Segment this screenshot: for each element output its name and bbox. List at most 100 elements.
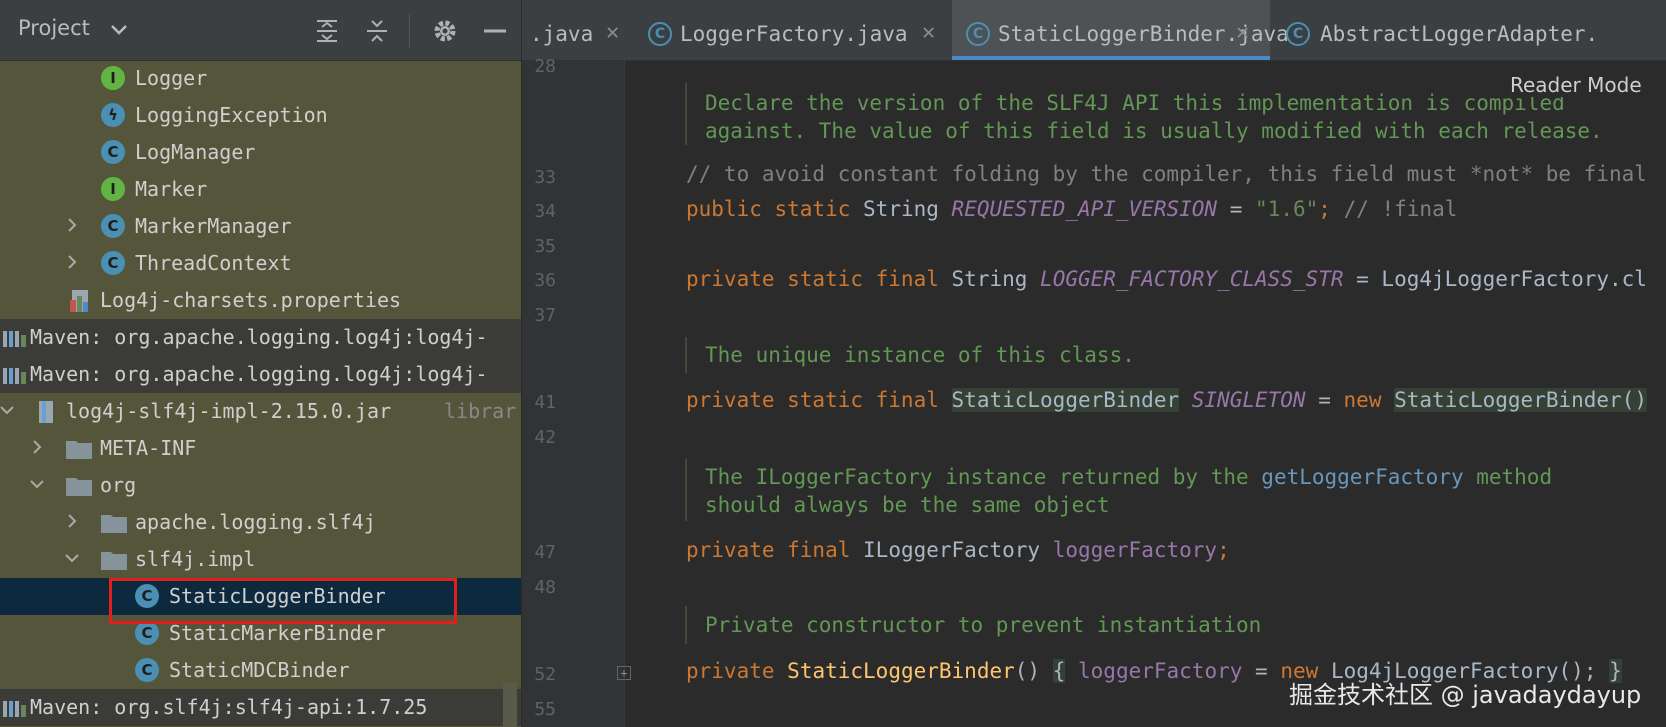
exception-class-icon: ϟ bbox=[101, 103, 127, 129]
tree-item-logger[interactable]: I Logger bbox=[0, 60, 521, 97]
tree-item-label: apache.logging.slf4j bbox=[135, 510, 376, 534]
code-comment: // to avoid constant folding by the comp… bbox=[686, 162, 1647, 186]
tree-item-label: Log4j-charsets.properties bbox=[100, 288, 402, 312]
doc-comment-text: should always be the same object bbox=[705, 493, 1110, 517]
folder-icon bbox=[101, 515, 127, 533]
tree-item-org[interactable]: org bbox=[0, 467, 521, 504]
line-number: 34 bbox=[534, 201, 556, 222]
chevron-right-icon[interactable] bbox=[30, 440, 44, 454]
tree-item-label: Maven: org.apache.logging.log4j:log4j- bbox=[30, 325, 488, 349]
tree-item-label: Logger bbox=[135, 66, 208, 90]
tree-item-slf4j-impl[interactable]: slf4j.impl bbox=[0, 541, 521, 578]
code-editor[interactable]: Declare the version of the SLF4J API thi… bbox=[625, 61, 1666, 727]
tab-java[interactable]: .java ✕ bbox=[522, 0, 638, 60]
tab-staticloggerbinder[interactable]: C StaticLoggerBinder.java ✕ bbox=[952, 0, 1289, 60]
tree-item-label: log4j-slf4j-impl-2.15.0.jar bbox=[66, 399, 392, 423]
tree-item-label: org bbox=[100, 473, 137, 497]
tree-item-maven-library[interactable]: Maven: org.slf4j:slf4j-api:1.7.25 bbox=[0, 689, 521, 726]
tree-item-markermanager[interactable]: C MarkerManager bbox=[0, 208, 521, 245]
close-icon[interactable]: ✕ bbox=[1236, 20, 1249, 45]
tab-label: LoggerFactory.java bbox=[680, 22, 908, 46]
close-icon[interactable]: ✕ bbox=[922, 20, 935, 45]
header-divider bbox=[409, 14, 410, 48]
properties-file-icon bbox=[70, 290, 88, 312]
tree-item-label: Marker bbox=[135, 177, 208, 201]
project-title: Project bbox=[18, 16, 90, 40]
tab-loggerfactory[interactable]: C LoggerFactory.java ✕ bbox=[640, 0, 958, 60]
tree-item-label: MarkerManager bbox=[135, 214, 292, 238]
chevron-right-icon[interactable] bbox=[65, 514, 79, 528]
chevron-right-icon[interactable] bbox=[65, 218, 79, 232]
tree-item-label: META-INF bbox=[100, 436, 197, 460]
tree-item-staticmdcbinder[interactable]: C StaticMDCBinder bbox=[0, 652, 521, 689]
line-number: 42 bbox=[534, 427, 556, 448]
tree-item-properties-file[interactable]: Log4j-charsets.properties bbox=[0, 282, 521, 319]
line-number: 47 bbox=[534, 542, 556, 563]
code-line-34: public static String REQUESTED_API_VERSI… bbox=[686, 197, 1458, 221]
jar-icon bbox=[39, 401, 53, 423]
tree-item-label: ThreadContext bbox=[135, 251, 292, 275]
tree-item-meta-inf[interactable]: META-INF bbox=[0, 430, 521, 467]
line-number: 41 bbox=[534, 392, 556, 413]
line-number: 52 bbox=[534, 664, 556, 685]
tree-item-loggingexception[interactable]: ϟ LoggingException bbox=[0, 97, 521, 134]
tree-item-label: StaticMarkerBinder bbox=[169, 621, 386, 645]
tree-item-threadcontext[interactable]: C ThreadContext bbox=[0, 245, 521, 282]
reader-mode-button[interactable]: Reader Mode bbox=[1506, 73, 1646, 97]
line-number: 33 bbox=[534, 167, 556, 188]
project-panel: Project I Logger ϟ LoggingException C Lo… bbox=[0, 0, 521, 727]
tree-item-label: LogManager bbox=[135, 140, 256, 164]
project-panel-header: Project bbox=[0, 0, 521, 61]
tree-item-apache-logging-slf4j[interactable]: apache.logging.slf4j bbox=[0, 504, 521, 541]
chevron-down-icon[interactable] bbox=[30, 477, 44, 491]
chevron-down-icon[interactable] bbox=[65, 551, 79, 565]
tree-item-logmanager[interactable]: C LogManager bbox=[0, 134, 521, 171]
tab-label: .java bbox=[530, 22, 594, 46]
collapse-all-icon[interactable] bbox=[364, 18, 390, 44]
folder-icon bbox=[66, 478, 92, 496]
tab-label: AbstractLoggerAdapter. bbox=[1320, 22, 1599, 46]
scrollbar[interactable] bbox=[503, 682, 517, 727]
line-number: 36 bbox=[534, 270, 556, 291]
doc-link-getloggerfactory[interactable]: getLoggerFactory bbox=[1261, 465, 1463, 489]
tree-item-jar[interactable]: log4j-slf4j-impl-2.15.0.jar librar bbox=[0, 393, 521, 430]
tree-item-label: slf4j.impl bbox=[135, 547, 256, 571]
close-icon[interactable]: ✕ bbox=[606, 20, 619, 45]
class-icon: C bbox=[1286, 22, 1312, 48]
library-icon bbox=[3, 701, 26, 717]
tree-item-maven-library[interactable]: Maven: org.apache.logging.log4j:log4j- bbox=[0, 319, 521, 356]
class-icon: C bbox=[648, 22, 674, 48]
expand-all-icon[interactable] bbox=[314, 18, 340, 44]
interface-icon: I bbox=[101, 177, 127, 203]
class-icon: C bbox=[101, 214, 127, 240]
chevron-right-icon[interactable] bbox=[65, 255, 79, 269]
doc-comment-text: Private constructor to prevent instantia… bbox=[705, 613, 1262, 637]
tree-item-suffix: librar bbox=[444, 399, 517, 423]
folder-icon bbox=[66, 441, 92, 459]
project-view-selector[interactable]: Project bbox=[0, 16, 127, 40]
code-line-36: private static final String LOGGER_FACTO… bbox=[686, 267, 1647, 291]
active-tab-indicator bbox=[952, 56, 1270, 60]
chevron-down-icon[interactable] bbox=[0, 403, 14, 417]
tree-item-maven-library[interactable]: Maven: org.apache.logging.log4j:log4j- bbox=[0, 356, 521, 393]
gear-icon[interactable] bbox=[432, 18, 458, 44]
class-icon: C bbox=[101, 251, 127, 277]
doc-comment-text: Declare the version of the SLF4J API thi… bbox=[705, 91, 1565, 115]
interface-icon: I bbox=[101, 66, 127, 92]
library-icon bbox=[3, 368, 26, 384]
line-number: 28 bbox=[534, 56, 556, 77]
minimize-icon[interactable] bbox=[482, 18, 508, 44]
class-icon: C bbox=[101, 140, 127, 166]
tree-item-marker[interactable]: I Marker bbox=[0, 171, 521, 208]
library-icon bbox=[3, 331, 26, 347]
class-icon: C bbox=[135, 621, 161, 647]
class-icon: C bbox=[135, 658, 161, 684]
line-number: 35 bbox=[534, 236, 556, 257]
doc-comment-text: The unique instance of this class. bbox=[705, 343, 1135, 367]
code-line-41: private static final StaticLoggerBinder … bbox=[686, 388, 1647, 412]
tab-abstractloggeradapter[interactable]: C AbstractLoggerAdapter. bbox=[1270, 0, 1666, 60]
folder-icon bbox=[101, 552, 127, 570]
tree-item-label: Maven: org.apache.logging.log4j:log4j- bbox=[30, 362, 488, 386]
class-icon: C bbox=[966, 22, 992, 48]
code-line-47: private final ILoggerFactory loggerFacto… bbox=[686, 538, 1230, 562]
